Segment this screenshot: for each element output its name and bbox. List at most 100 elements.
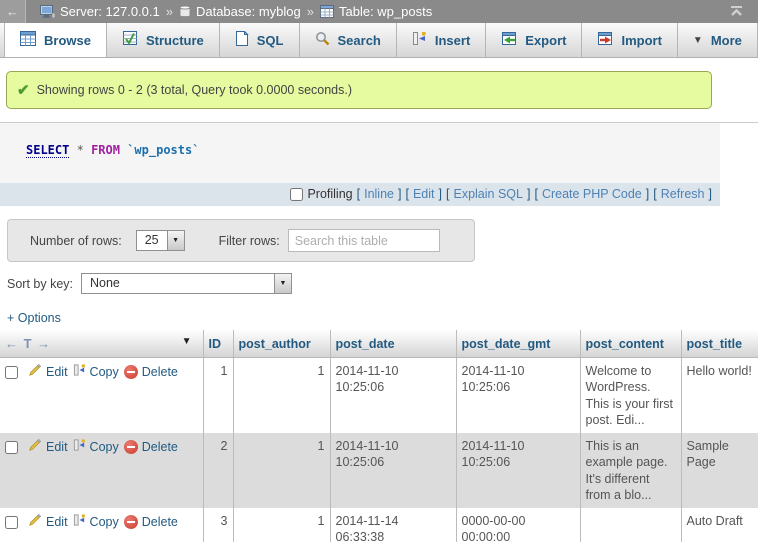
row-select-checkbox[interactable] xyxy=(5,441,18,454)
back-button[interactable]: ← xyxy=(0,0,26,23)
search-icon xyxy=(315,31,330,49)
bracket: [ xyxy=(534,187,537,201)
tab-search[interactable]: Search xyxy=(300,23,397,57)
tab-export[interactable]: Export xyxy=(486,23,582,57)
delete-icon xyxy=(124,515,138,529)
row-delete-link[interactable]: Delete xyxy=(124,514,178,530)
table-row: Edit Copy Delete 1 1 2014-11-10 10:25:06… xyxy=(0,358,758,434)
cell-post-date-gmt: 0000-00-00 00:00:00 xyxy=(456,508,580,542)
tab-more[interactable]: ▼ More xyxy=(678,23,758,57)
bracket: [ xyxy=(405,187,408,201)
cell-id: 3 xyxy=(203,508,233,542)
column-header-post-title[interactable]: post_title xyxy=(681,330,758,358)
import-icon xyxy=(597,31,613,49)
row-edit-link[interactable]: Edit xyxy=(28,513,68,531)
delete-icon xyxy=(124,365,138,379)
bracket: ] xyxy=(439,187,442,201)
delete-label: Delete xyxy=(142,439,178,455)
cell-post-date: 2014-11-10 10:25:06 xyxy=(330,433,456,508)
tab-browse[interactable]: Browse xyxy=(4,23,107,57)
collapse-top-icon[interactable] xyxy=(729,4,744,20)
edit-label: Edit xyxy=(46,514,68,530)
cell-post-title: Hello world! xyxy=(681,358,758,434)
column-header-post-date-gmt[interactable]: post_date_gmt xyxy=(456,330,580,358)
table-row: Edit Copy Delete 3 1 2014-11-14 06:33:38… xyxy=(0,508,758,542)
options-toggle-link[interactable]: + Options xyxy=(7,311,61,325)
rows-per-page-value: 25 xyxy=(137,231,167,250)
database-icon xyxy=(179,5,191,18)
cell-post-content: This is an example page. It's different … xyxy=(580,433,681,508)
breadcrumb: ← Server: 127.0.0.1 » Database: myblog »… xyxy=(0,0,758,23)
column-header-post-content[interactable]: post_content xyxy=(580,330,681,358)
tab-browse-label: Browse xyxy=(44,33,91,48)
pencil-icon xyxy=(28,513,42,531)
breadcrumb-table[interactable]: Table: wp_posts xyxy=(320,4,432,19)
sql-query-box: SELECT * FROM `wp_posts` Profiling [ Inl… xyxy=(0,123,720,206)
cell-id: 1 xyxy=(203,358,233,434)
sort-by-key-select[interactable]: None ▼ xyxy=(81,273,292,294)
server-icon xyxy=(40,5,55,18)
sql-icon xyxy=(235,31,249,49)
tab-sql-label: SQL xyxy=(257,33,284,48)
filter-rows-input[interactable] xyxy=(288,229,440,252)
create-php-code-link[interactable]: Create PHP Code xyxy=(542,187,642,201)
edit-query-link[interactable]: Edit xyxy=(413,187,435,201)
row-select-checkbox[interactable] xyxy=(5,366,18,379)
tab-import[interactable]: Import xyxy=(582,23,677,57)
status-message-text: Showing rows 0 - 2 (3 total, Query took … xyxy=(37,83,352,97)
table-icon xyxy=(320,5,334,18)
chevron-down-icon: ▼ xyxy=(274,274,291,293)
breadcrumb-database[interactable]: Database: myblog xyxy=(179,4,301,19)
delete-label: Delete xyxy=(142,514,178,530)
breadcrumb-separator: » xyxy=(166,4,173,19)
column-actions-header: ← T → ▼ xyxy=(0,330,203,358)
row-select-checkbox[interactable] xyxy=(5,516,18,529)
cell-post-author: 1 xyxy=(233,433,330,508)
column-header-post-author[interactable]: post_author xyxy=(233,330,330,358)
breadcrumb-server[interactable]: Server: 127.0.0.1 xyxy=(40,4,160,19)
copy-label: Copy xyxy=(90,364,119,380)
breadcrumb-table-label: Table: wp_posts xyxy=(339,4,432,19)
breadcrumb-database-label: Database: myblog xyxy=(196,4,301,19)
profiling-checkbox[interactable] xyxy=(290,188,303,201)
cell-post-author: 1 xyxy=(233,508,330,542)
cell-post-title: Sample Page xyxy=(681,433,758,508)
insert-icon xyxy=(412,31,427,49)
column-reorder-icon[interactable]: ← T → xyxy=(5,336,51,351)
row-copy-link[interactable]: Copy xyxy=(73,363,119,381)
tab-sql[interactable]: SQL xyxy=(220,23,300,57)
cell-post-date: 2014-11-10 10:25:06 xyxy=(330,358,456,434)
row-copy-link[interactable]: Copy xyxy=(73,513,119,531)
refresh-link[interactable]: Refresh xyxy=(661,187,705,201)
bracket: [ xyxy=(653,187,656,201)
sort-row: Sort by key: None ▼ xyxy=(7,273,758,294)
export-icon xyxy=(501,31,517,49)
chevron-down-icon[interactable]: ▼ xyxy=(182,336,192,347)
row-delete-link[interactable]: Delete xyxy=(124,364,178,380)
row-edit-link[interactable]: Edit xyxy=(28,363,68,381)
sql-keyword-select: SELECT xyxy=(26,143,69,158)
row-edit-link[interactable]: Edit xyxy=(28,438,68,456)
table-row: Edit Copy Delete 2 1 2014-11-10 10:25:06… xyxy=(0,433,758,508)
sort-by-key-value: None xyxy=(82,274,274,293)
structure-icon xyxy=(122,31,138,49)
row-copy-link[interactable]: Copy xyxy=(73,438,119,456)
tab-bar: Browse Structure SQL Search Insert Expor… xyxy=(0,23,758,58)
cell-id: 2 xyxy=(203,433,233,508)
tab-insert[interactable]: Insert xyxy=(397,23,486,57)
rows-filter-bar: Number of rows: 25 ▼ Filter rows: xyxy=(7,219,475,262)
row-delete-link[interactable]: Delete xyxy=(124,439,178,455)
explain-sql-link[interactable]: Explain SQL xyxy=(453,187,522,201)
inline-link[interactable]: Inline xyxy=(364,187,394,201)
rows-per-page-select[interactable]: 25 ▼ xyxy=(136,230,185,251)
copy-label: Copy xyxy=(90,439,119,455)
number-of-rows-label: Number of rows: xyxy=(30,234,122,248)
sql-keyword-from: FROM xyxy=(91,143,120,157)
sort-by-key-label: Sort by key: xyxy=(7,277,73,291)
chevron-down-icon: ▼ xyxy=(693,35,703,46)
status-message: ✔ Showing rows 0 - 2 (3 total, Query too… xyxy=(6,71,712,109)
column-header-post-date[interactable]: post_date xyxy=(330,330,456,358)
tab-structure[interactable]: Structure xyxy=(107,23,220,57)
filter-rows-label: Filter rows: xyxy=(219,234,280,248)
column-header-id[interactable]: ID xyxy=(203,330,233,358)
